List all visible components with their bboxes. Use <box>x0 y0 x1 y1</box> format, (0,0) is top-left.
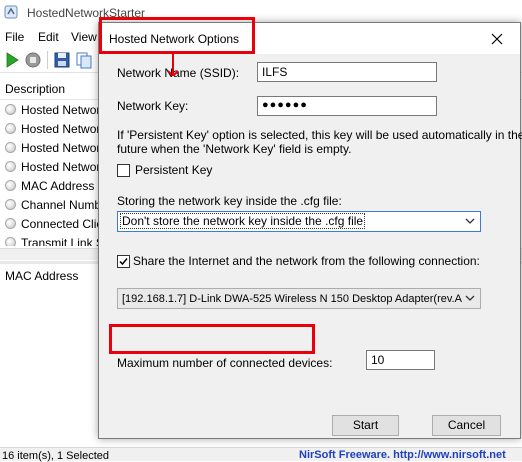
checkmark-icon <box>119 258 128 266</box>
menu-edit[interactable]: Edit <box>38 30 59 44</box>
cancel-button[interactable]: Cancel <box>432 415 501 436</box>
start-button[interactable]: Start <box>332 415 399 436</box>
item-icon <box>5 237 16 246</box>
hosted-network-options-dialog: Hosted Network Options Network Name (SSI… <box>98 22 522 439</box>
chevron-down-icon <box>465 295 475 301</box>
dialog-body: Network Name (SSID): ILFS Network Key: ●… <box>99 54 522 438</box>
max-devices-label: Maximum number of connected devices: <box>117 356 333 370</box>
save-icon[interactable] <box>53 51 71 69</box>
menu-file[interactable]: File <box>5 30 24 44</box>
item-icon <box>5 161 16 172</box>
share-connection-checkbox[interactable] <box>117 255 130 268</box>
item-icon <box>5 199 16 210</box>
main-window-title: HostedNetworkStarter <box>27 6 146 20</box>
ssid-label: Network Name (SSID): <box>117 66 240 80</box>
ssid-input[interactable]: ILFS <box>257 62 437 82</box>
chevron-down-icon <box>465 218 475 224</box>
connection-selected: [192.168.1.7] D-Link DWA-525 Wireless N … <box>122 293 462 305</box>
status-bar: 16 item(s), 1 Selected NirSoft Freeware.… <box>0 447 522 462</box>
persistent-note-line2: future when the 'Network Key' field is e… <box>117 142 352 156</box>
storing-key-selected: Don't store the network key inside the .… <box>119 213 366 229</box>
item-icon <box>5 104 16 115</box>
arrow-icon <box>168 54 178 76</box>
item-icon <box>5 218 16 229</box>
column-header-description[interactable]: Description <box>5 82 65 96</box>
close-icon[interactable] <box>486 28 508 50</box>
toolbar-separator <box>47 51 48 69</box>
dialog-titlebar[interactable]: Hosted Network Options <box>99 23 520 54</box>
network-key-label: Network Key: <box>117 99 189 113</box>
play-icon[interactable] <box>3 51 21 69</box>
status-item-count: 16 item(s), 1 Selected <box>2 450 109 462</box>
item-icon <box>5 180 16 191</box>
item-icon <box>5 142 16 153</box>
lower-panel-label: MAC Address <box>5 269 79 283</box>
stop-icon[interactable] <box>24 51 42 69</box>
app-icon <box>4 5 18 19</box>
max-devices-input[interactable]: 10 <box>366 350 435 370</box>
persistent-note-line1: If 'Persistent Key' option is selected, … <box>117 128 522 142</box>
list-item-label: MAC Address <box>21 179 95 193</box>
storing-key-label: Storing the network key inside the .cfg … <box>117 194 342 208</box>
share-connection-label[interactable]: Share the Internet and the network from … <box>133 254 480 268</box>
copy-icon[interactable] <box>75 51 93 69</box>
dialog-title: Hosted Network Options <box>109 32 240 46</box>
persistent-key-label[interactable]: Persistent Key <box>135 163 212 177</box>
connection-select[interactable]: [192.168.1.7] D-Link DWA-525 Wireless N … <box>117 288 481 309</box>
persistent-key-checkbox[interactable] <box>117 164 130 177</box>
item-icon <box>5 123 16 134</box>
nirsoft-link[interactable]: NirSoft Freeware. http://www.nirsoft.net <box>299 449 506 461</box>
storing-key-select[interactable]: Don't store the network key inside the .… <box>117 211 481 232</box>
menu-view[interactable]: View <box>71 30 97 44</box>
network-key-input[interactable]: ●●●●●● <box>257 96 437 116</box>
